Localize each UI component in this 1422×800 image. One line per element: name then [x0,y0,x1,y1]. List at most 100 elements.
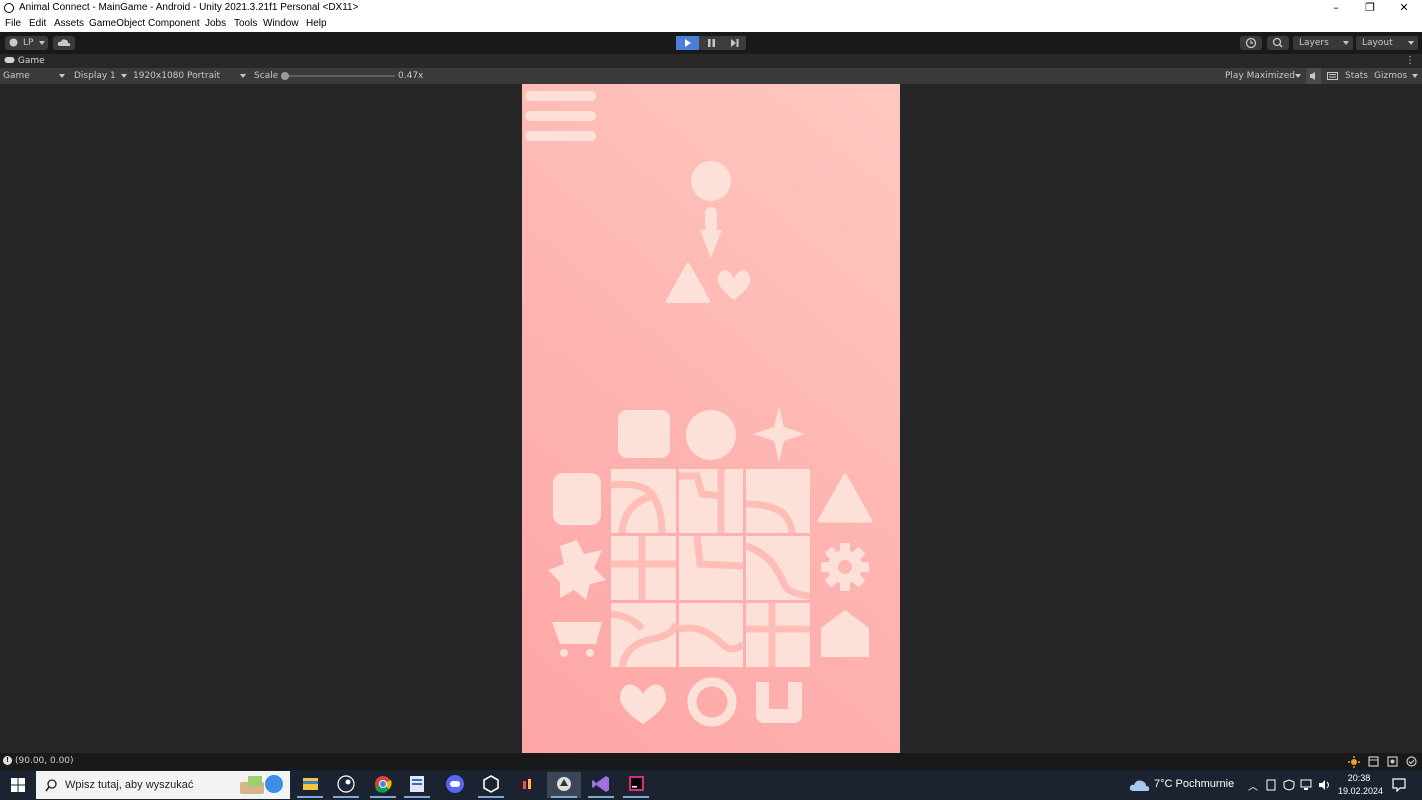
game-logo [666,161,751,303]
game-view-controls: Game Display 1 1920x1080 Portrait Scale … [0,68,1422,85]
taskbar-editor-app[interactable] [400,772,434,798]
gizmos-dropdown[interactable]: Gizmos [1374,68,1418,84]
pause-icon [708,39,715,47]
keyboard-icon [1327,72,1338,80]
rider-icon [629,776,644,791]
taskbar-game-app[interactable] [511,772,545,798]
keyboard-shortcuts-button[interactable] [1326,68,1340,84]
notifications-icon[interactable] [1392,778,1406,792]
chrome-icon [375,776,392,793]
cloud-weather-icon[interactable] [1129,778,1151,792]
account-dropdown[interactable]: LP [5,36,48,50]
scale-slider-handle[interactable] [281,72,289,80]
taskbar-unity-hub[interactable] [474,772,508,798]
play-maximized-dropdown[interactable]: Play Maximized [1225,68,1301,84]
taskbar-jetbrains-rider[interactable] [619,772,653,798]
minimize-button[interactable]: – [1319,0,1353,17]
layout-dropdown[interactable]: Layout [1356,36,1418,50]
display-dropdown[interactable]: Display 1 [74,68,128,84]
home-icon [821,610,869,657]
game-canvas[interactable] [522,84,900,753]
puzzle-grid [610,469,811,668]
more-options-icon[interactable]: ⋮ [1405,55,1415,66]
taskbar-visual-studio[interactable] [584,772,618,798]
pause-button[interactable] [700,36,723,50]
chevron-up-icon[interactable]: ︿ [1248,778,1258,793]
history-icon [1245,37,1257,49]
discord-icon [446,775,464,793]
chevron-down-icon [1295,74,1301,78]
taskbar-discord[interactable] [438,772,472,798]
scale-slider-track[interactable] [283,75,395,77]
layers-dropdown[interactable]: Layers [1293,36,1353,50]
history-button[interactable] [1240,36,1262,50]
windows-start-icon[interactable] [11,778,25,792]
debug-icon[interactable] [1387,756,1398,767]
rounded-square-icon [618,410,670,458]
unity-hub-icon [483,775,499,793]
search-highlight-illustration-icon [240,775,283,794]
chevron-down-icon [1408,41,1414,45]
resolution-label: 1920x1080 Portrait [133,71,221,81]
menu-gameobject[interactable]: GameObject [89,18,145,29]
error-icon[interactable]: ! [3,756,12,765]
close-button[interactable]: ✕ [1387,0,1421,17]
network-icon[interactable] [1300,779,1314,791]
heart-icon [620,684,666,724]
scale-label: Scale [254,71,279,81]
visual-studio-icon [592,776,609,792]
chevron-down-icon [121,74,127,78]
unity-editor-icon [557,777,571,791]
pause-shape-icon [553,473,601,525]
menu-file[interactable]: File [5,18,21,29]
scale-value: 0.47x [398,71,424,81]
volume-icon[interactable] [1318,779,1332,791]
menu-tools[interactable]: Tools [234,18,257,29]
cart-icon [552,622,602,644]
gear-icon [821,543,869,591]
taskbar-file-explorer[interactable] [293,772,327,798]
cloud-button[interactable] [53,36,75,50]
chevron-down-icon [240,74,246,78]
menu-edit[interactable]: Edit [29,18,46,29]
sparkle-icon [753,406,805,462]
game-mode-dropdown[interactable]: Game [3,68,67,84]
tray-security-icon[interactable] [1283,779,1295,791]
hamburger-menu-icon[interactable] [525,91,596,141]
package-icon[interactable] [1368,756,1379,767]
steam-icon [337,775,355,793]
step-button[interactable] [723,36,746,50]
taskbar-steam[interactable] [329,772,363,798]
weather-text[interactable]: 7°C Pochmurnie [1154,778,1234,790]
check-circle-icon[interactable] [1406,756,1417,767]
resolution-dropdown[interactable]: 1920x1080 Portrait [133,68,247,84]
speaker-icon [1310,72,1315,80]
status-bar: ! (90.00, 0.00) [0,753,1422,770]
taskbar-unity-editor[interactable] [547,772,581,798]
progress-sun-icon[interactable] [1348,756,1360,768]
main-toolbar: LP Layers Layout [0,32,1422,54]
tab-game[interactable]: Game [4,54,45,68]
menu-help[interactable]: Help [306,18,327,29]
stats-button[interactable]: Stats [1345,68,1368,84]
menu-window[interactable]: Window [263,18,299,29]
game-mode-label: Game [3,71,30,81]
display-label: Display 1 [74,71,116,81]
menu-jobs[interactable]: Jobs [205,18,226,29]
chevron-down-icon [1343,41,1349,45]
taskbar-chrome[interactable] [366,772,400,798]
layers-label: Layers [1299,38,1329,48]
game-app-icon [521,777,535,791]
maximize-button[interactable]: ❐ [1353,0,1387,17]
play-button[interactable] [676,36,699,50]
triangle-icon [817,473,873,523]
mute-audio-button[interactable] [1306,68,1321,84]
menu-assets[interactable]: Assets [54,18,84,29]
tray-app-icon[interactable] [1266,779,1276,791]
taskbar-search-box[interactable]: Wpisz tutaj, aby wyszukać [36,771,290,799]
search-button[interactable] [1267,36,1289,50]
tab-game-label: Game [17,56,45,66]
status-message[interactable]: (90.00, 0.00) [15,756,74,766]
menu-component[interactable]: Component [148,18,200,29]
taskbar-clock[interactable]: 20:38 19.02.2024 [1338,772,1383,798]
